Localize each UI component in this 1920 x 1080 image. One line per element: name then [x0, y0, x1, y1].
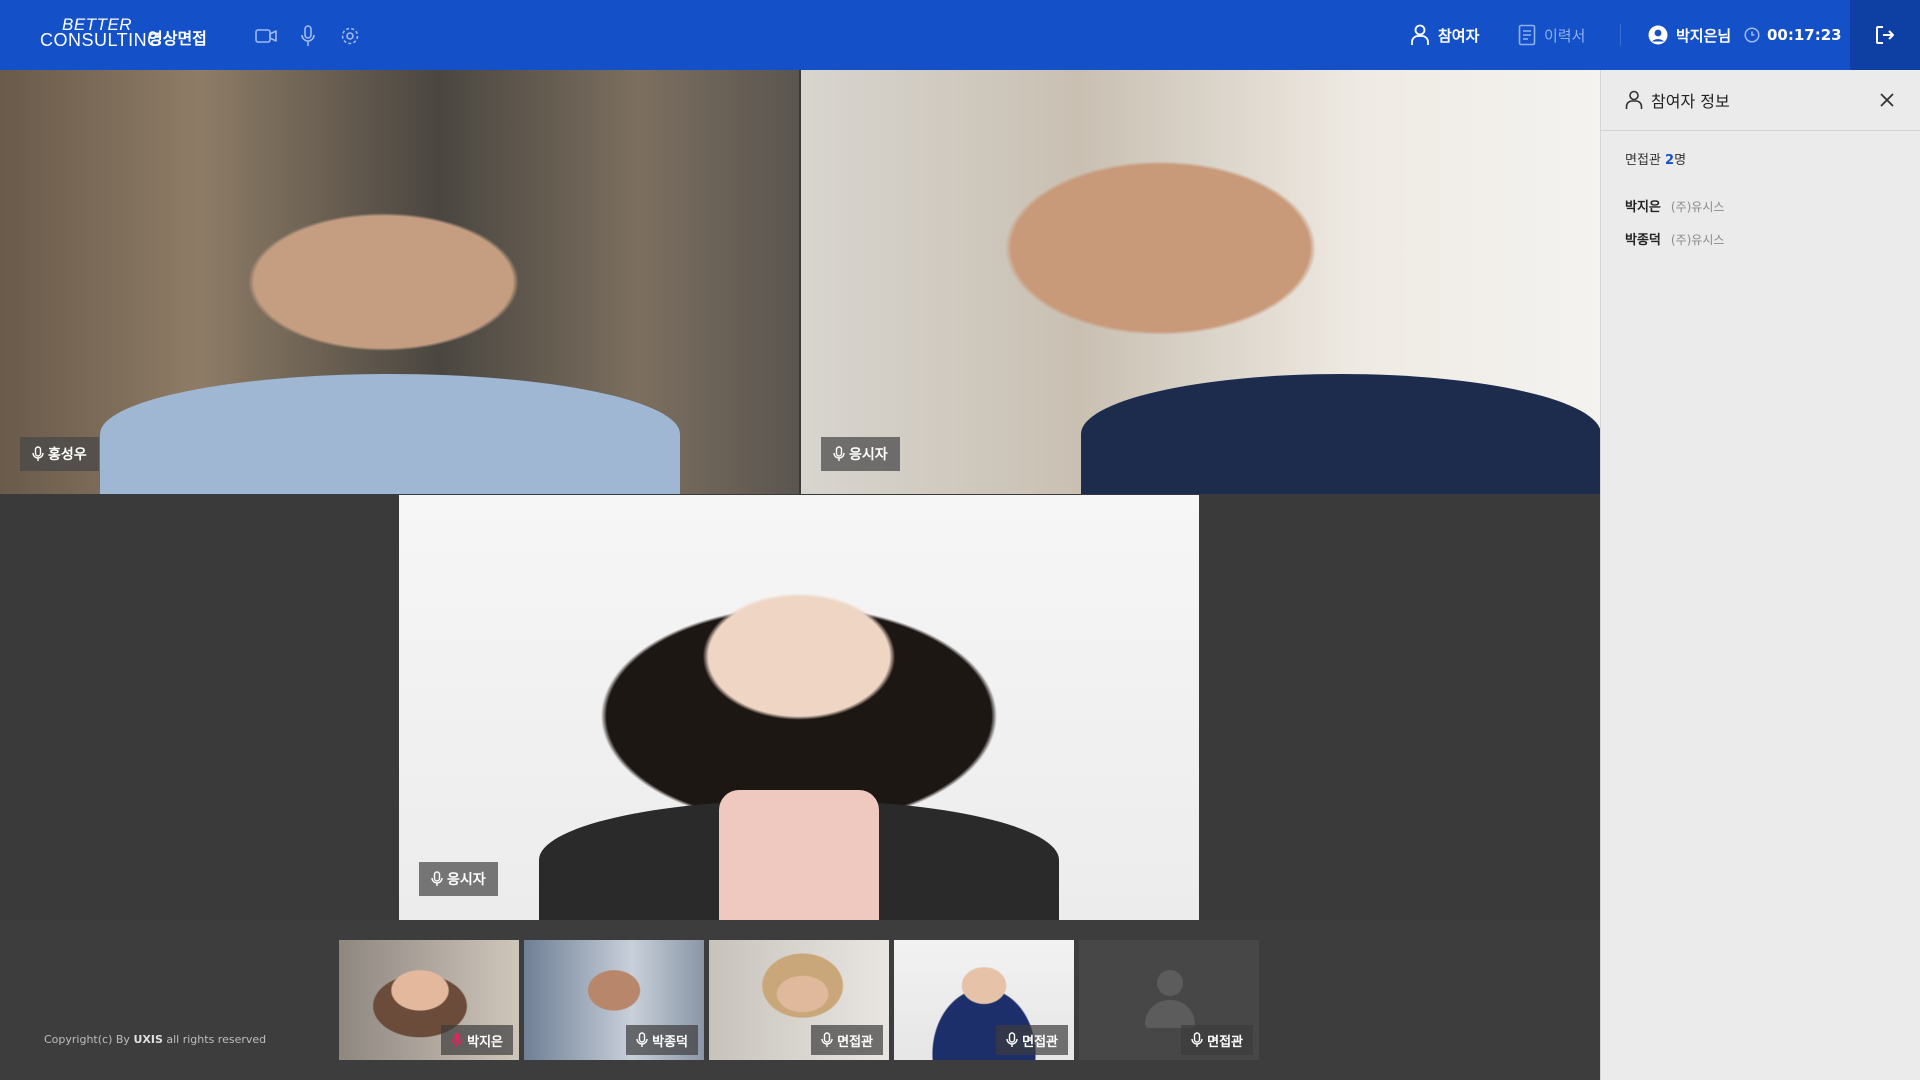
exit-button[interactable] [1850, 0, 1920, 70]
person-icon [1625, 90, 1643, 109]
thumbnail-item[interactable]: 면접관 [709, 940, 889, 1060]
thumbnail-label: 면접관 [1207, 1034, 1243, 1050]
microphone-icon[interactable] [296, 24, 320, 48]
participant-name: 홍성우 [48, 447, 87, 463]
count-label: 면접관 [1625, 153, 1666, 168]
media-controls [254, 24, 362, 48]
participant-company: (주)유시스 [1670, 200, 1725, 214]
microphone-icon [833, 446, 845, 461]
panel-title: 참여자 정보 [1651, 92, 1730, 111]
microphone-icon [1191, 1032, 1203, 1047]
video-feed-figure [719, 790, 879, 920]
video-tile-1[interactable]: 홍성우 [0, 70, 799, 494]
microphone-active-icon [451, 1033, 463, 1047]
participant-name: 박종덕 [1625, 233, 1661, 248]
resume-button[interactable]: 이력서 [1518, 0, 1585, 70]
thumbnail-label: 면접관 [837, 1034, 873, 1050]
copyright-text: Copyright(c) By UXIS all rights reserved [44, 1033, 266, 1046]
logo: BETTER CONSULTING [40, 16, 162, 49]
microphone-icon [32, 446, 44, 461]
logout-icon [1876, 26, 1894, 44]
video-camera-icon[interactable] [254, 24, 278, 48]
participant-company: (주)유시스 [1670, 233, 1725, 247]
thumbnail-item[interactable]: 박지은 [339, 940, 519, 1060]
clock-icon [1744, 27, 1760, 43]
thumbnail-list: 박지은 박종덕 면접관 면접관 면접관 [339, 940, 1259, 1060]
thumbnail-tag: 면접관 [1181, 1025, 1253, 1055]
settings-gear-icon[interactable] [338, 24, 362, 48]
document-icon [1518, 24, 1536, 46]
participant-row: 박지은 (주)유시스 [1625, 196, 1724, 229]
participants-label: 참여자 [1438, 26, 1480, 45]
participant-info-panel: 참여자 정보 면접관 2명 박지은 (주)유시스 박종덕 (주)유시스 [1600, 70, 1920, 1080]
app-title: 영상면접 [148, 29, 207, 48]
count-unit: 명 [1674, 153, 1687, 168]
close-icon[interactable] [1878, 91, 1896, 109]
user-avatar-icon [1648, 25, 1668, 45]
video-name-tag: 응시자 [419, 862, 498, 896]
thumbnail-item[interactable]: 면접관 [894, 940, 1074, 1060]
elapsed-timer: 00:17:23 [1744, 0, 1842, 70]
user-name: 박지은님 [1676, 26, 1732, 45]
header-divider [1620, 24, 1621, 46]
count-value: 2 [1665, 153, 1675, 168]
microphone-icon [636, 1032, 648, 1047]
resume-label: 이력서 [1544, 26, 1586, 45]
thumbnail-label: 면접관 [1022, 1034, 1058, 1050]
video-tile-3[interactable]: 응시자 [399, 495, 1199, 920]
participant-name: 박지은 [1625, 200, 1661, 215]
thumbnail-tag: 면접관 [996, 1025, 1068, 1055]
thumbnail-label: 박종덕 [652, 1034, 688, 1050]
video-feed-figure [1081, 374, 1600, 494]
video-tile-2[interactable]: 응시자 [801, 70, 1600, 494]
participant-name: 응시자 [447, 872, 486, 888]
logo-line-2: CONSULTING [40, 30, 162, 50]
top-bar: BETTER CONSULTING 영상면접 참여자 이력서 박지은님 00:1… [0, 0, 1920, 70]
current-user: 박지은님 [1648, 0, 1731, 70]
thumbnail-item[interactable]: 박종덕 [524, 940, 704, 1060]
thumbnail-tag: 박종덕 [626, 1025, 698, 1055]
timer-value: 00:17:23 [1767, 26, 1842, 44]
participant-name: 응시자 [849, 447, 888, 463]
person-placeholder-icon-body [1145, 1000, 1195, 1028]
thumbnail-item-no-video[interactable]: 면접관 [1079, 940, 1259, 1060]
microphone-icon [431, 871, 443, 886]
video-name-tag: 홍성우 [20, 437, 99, 471]
person-placeholder-icon [1157, 970, 1183, 996]
copyright-brand: UXIS [133, 1033, 163, 1046]
copyright-prefix: Copyright(c) By [44, 1033, 134, 1046]
video-stage: 홍성우 응시자 응시자 Copyright(c) By UXIS all rig… [0, 70, 1600, 1080]
thumbnail-tag: 박지은 [441, 1025, 513, 1055]
thumbnail-strip: Copyright(c) By UXIS all rights reserved… [0, 920, 1600, 1080]
thumbnail-tag: 면접관 [811, 1025, 883, 1055]
thumbnail-label: 박지은 [467, 1034, 503, 1050]
person-icon [1411, 24, 1429, 45]
panel-header: 참여자 정보 [1601, 70, 1920, 131]
interviewer-count: 면접관 2명 [1625, 149, 1686, 168]
participants-button[interactable]: 참여자 [1410, 0, 1479, 70]
copyright-suffix: all rights reserved [162, 1033, 267, 1046]
microphone-icon [821, 1032, 833, 1047]
video-feed-figure [100, 374, 680, 494]
participant-list: 박지은 (주)유시스 박종덕 (주)유시스 [1625, 196, 1724, 262]
video-name-tag: 응시자 [821, 437, 900, 471]
participant-row: 박종덕 (주)유시스 [1625, 229, 1724, 262]
microphone-icon [1006, 1032, 1018, 1047]
